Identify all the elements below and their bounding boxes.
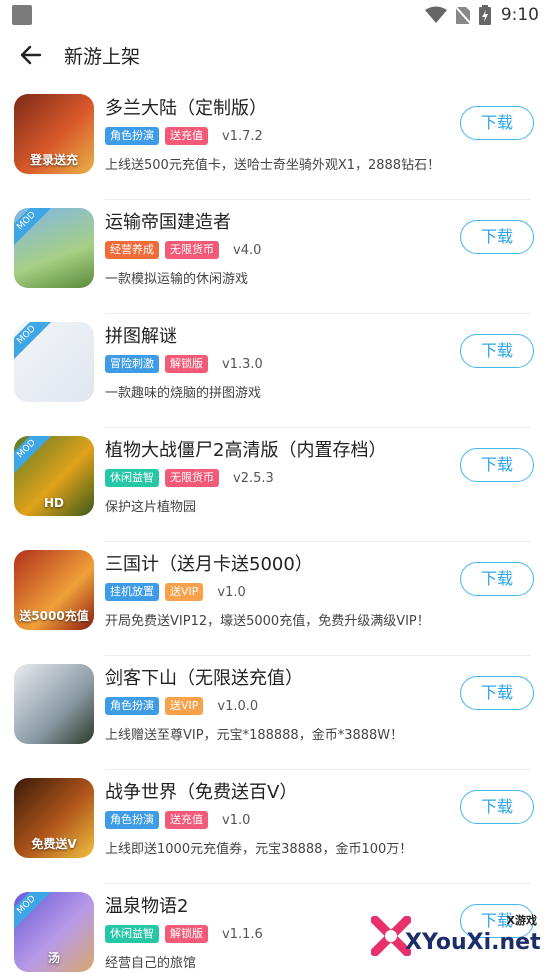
wifi-icon [424,6,447,23]
notification-icon [12,5,32,25]
game-name[interactable]: 三国计（送月卡送5000） [105,550,313,576]
game-name[interactable]: 拼图解谜 [105,322,177,348]
tag-badge: 冒险刺激 [105,355,159,373]
watermark: X游戏 XYouXi.net [371,904,541,968]
back-arrow-icon[interactable] [18,42,44,68]
game-description: 上线即送1000元充值券，元宝38888，金币100万！ [105,842,413,857]
game-version: v1.0 [222,812,251,828]
game-description: 一款模拟运输的休闲游戏 [105,272,249,287]
page-title: 新游上架 [64,46,141,68]
game-tags: 经营养成 无限货币 v4.0 [105,241,261,259]
download-button[interactable]: 下载 [460,448,534,482]
game-version: v2.5.3 [233,470,274,486]
game-tags: 挂机放置 送VIP v1.0 [105,583,246,601]
game-tags: 休闲益智 无限货币 v2.5.3 [105,469,274,487]
game-name[interactable]: 植物大战僵尸2高清版（内置存档） [105,436,386,462]
tag-badge: 送充值 [165,811,208,829]
mod-badge: MOD [14,436,53,476]
game-list-item[interactable]: MOD 拼图解谜冒险刺激 解锁版 v1.3.0 一款趣味的烧脑的拼图游戏 下载 [0,314,549,428]
game-tags: 角色扮演 送充值 v1.7.2 [105,127,263,145]
game-description: 上线赠送至尊VIP，元宝*188888，金币*3888W！ [105,728,404,743]
game-version: v1.3.0 [222,356,263,372]
game-version: v1.1.6 [222,926,263,942]
download-button[interactable]: 下载 [460,220,534,254]
watermark-brand: XYouXi.net [405,930,541,955]
game-icon[interactable]: 登录送充 [14,94,94,174]
download-button[interactable]: 下载 [460,334,534,368]
game-icon-text: 送5000充值 [19,609,89,623]
tag-badge: 送VIP [165,697,204,715]
tag-badge: 角色扮演 [105,697,159,715]
tag-badge: 无限货币 [165,469,219,487]
mod-badge: MOD [14,892,53,932]
game-version: v4.0 [233,242,262,258]
game-list-item[interactable]: MOD HD 植物大战僵尸2高清版（内置存档） 休闲益智 无限货币 v2.5.3 保护这片植… [0,428,549,542]
game-icon[interactable]: 送5000充值 [14,550,94,630]
status-icons: 9:10 [424,4,539,26]
download-button[interactable]: 下载 [460,676,534,710]
status-time: 9:10 [500,5,539,25]
game-tags: 角色扮演 送充值 v1.0 [105,811,250,829]
app-header: 新游上架 [0,30,549,78]
tag-badge: 挂机放置 [105,583,159,601]
game-tags: 冒险刺激 解锁版 v1.3.0 [105,355,263,373]
game-name[interactable]: 战争世界（免费送百V） [105,778,297,804]
game-name[interactable]: 温泉物语2 [105,892,188,918]
game-description: 一款趣味的烧脑的拼图游戏 [105,386,262,401]
tag-badge: 解锁版 [165,925,208,943]
game-icon[interactable]: MOD 汤 [14,892,94,972]
game-description: 开局免费送VIP12，壕送5000充值，免费升级满级VIP！ [105,614,430,629]
game-version: v1.0 [217,584,246,600]
game-icon[interactable]: 免费送V [14,778,94,858]
mod-badge: MOD [14,322,53,362]
download-button[interactable]: 下载 [460,106,534,140]
game-name[interactable]: 多兰大陆（定制版） [105,94,267,120]
game-list-item[interactable]: 剑客下山（无限送充值） 角色扮演 送VIP v1.0.0 上线赠送至尊VIP，元宝*18… [0,656,549,770]
download-button[interactable]: 下载 [460,790,534,824]
status-bar: 9:10 [0,0,549,30]
game-name[interactable]: 剑客下山（无限送充值） [105,664,303,690]
game-icon-text: 汤 [47,951,60,965]
tag-badge: 送VIP [165,583,204,601]
game-description: 经营自己的旅馆 [105,956,197,971]
game-description: 保护这片植物园 [105,500,197,515]
tag-badge: 经营养成 [105,241,159,259]
tag-badge: 无限货币 [165,241,219,259]
tag-badge: 休闲益智 [105,469,159,487]
tag-badge: 送充值 [165,127,208,145]
game-list: 登录送充 多兰大陆（定制版） 角色扮演 送充值 v1.7.2 上线送500元充值卡，送哈士… [0,86,549,976]
game-icon[interactable]: MOD [14,322,94,402]
tag-badge: 休闲益智 [105,925,159,943]
game-icon-text: 免费送V [31,837,77,851]
tag-badge: 解锁版 [165,355,208,373]
game-description: 上线送500元充值卡，送哈士奇坐骑外观X1，2888钻石！ [105,158,441,173]
game-version: v1.7.2 [222,128,263,144]
game-tags: 休闲益智 解锁版 v1.1.6 [105,925,263,943]
game-tags: 角色扮演 送VIP v1.0.0 [105,697,258,715]
game-icon-text: 登录送充 [29,153,78,167]
game-icon[interactable]: MOD [14,208,94,288]
game-name[interactable]: 运输帝国建造者 [105,208,231,234]
tag-badge: 角色扮演 [105,127,159,145]
download-button[interactable]: 下载 [460,562,534,596]
game-icon-text: HD [43,496,64,510]
game-list-item[interactable]: MOD 运输帝国建造者经营养成 无限货币 v4.0 一款模拟运输的休闲游戏 下载 [0,200,549,314]
game-list-item[interactable]: 送5000充值 三国计（送月卡送5000） 挂机放置 送VIP v1.0 开局免费送VIP… [0,542,549,656]
game-list-item[interactable]: 登录送充 多兰大陆（定制版） 角色扮演 送充值 v1.7.2 上线送500元充值卡，送哈士… [0,86,549,200]
no-sim-icon [454,5,471,25]
game-list-item[interactable]: 免费送V 战争世界（免费送百V） 角色扮演 送充值 v1.0 上线即送1000元充值券，元… [0,770,549,884]
mod-badge: MOD [14,208,53,248]
game-icon[interactable] [14,664,94,744]
battery-icon [478,5,491,25]
game-version: v1.0.0 [217,698,259,714]
tag-badge: 角色扮演 [105,811,159,829]
game-icon[interactable]: MOD HD [14,436,94,516]
watermark-small: X游戏 [506,914,537,927]
